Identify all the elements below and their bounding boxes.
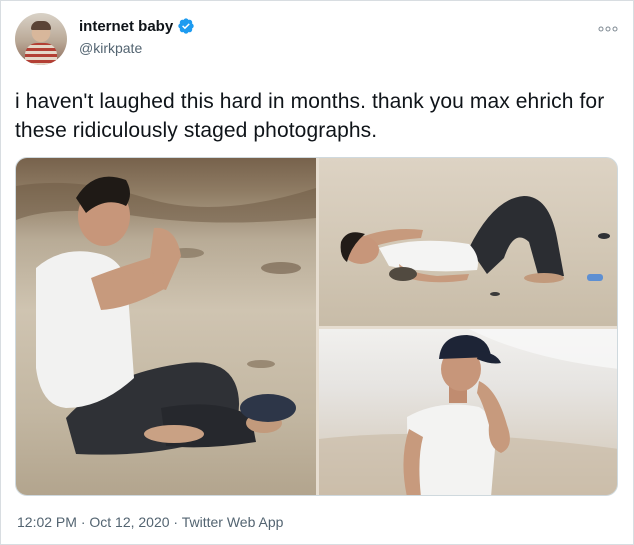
media-grid [15,157,618,496]
tweet-card[interactable]: internet baby @kirkpate i haven't laughe… [0,0,634,545]
photo-phone-illustration [319,329,617,495]
photo-phone-call-on-beach[interactable] [319,329,617,495]
verified-badge-icon [178,18,194,34]
photo-lying-on-beach[interactable] [319,158,617,326]
author-display-name[interactable]: internet baby [79,18,173,35]
avatar[interactable] [15,13,67,65]
more-options-icon[interactable] [597,23,619,35]
avatar-cap [31,21,51,30]
photo-praying-on-beach[interactable] [16,158,316,495]
photo-lying-illustration [340,196,610,296]
tweet-text: i haven't laughed this hard in months. t… [15,90,605,142]
tweet-timestamp[interactable]: 12:02 PM · Oct 12, 2020 · Twitter Web Ap… [17,514,283,530]
photo-praying-illustration [16,176,316,455]
author-handle[interactable]: @kirkpate [79,40,142,56]
avatar-shirt [25,43,57,65]
author-name-row: internet baby [79,17,195,35]
